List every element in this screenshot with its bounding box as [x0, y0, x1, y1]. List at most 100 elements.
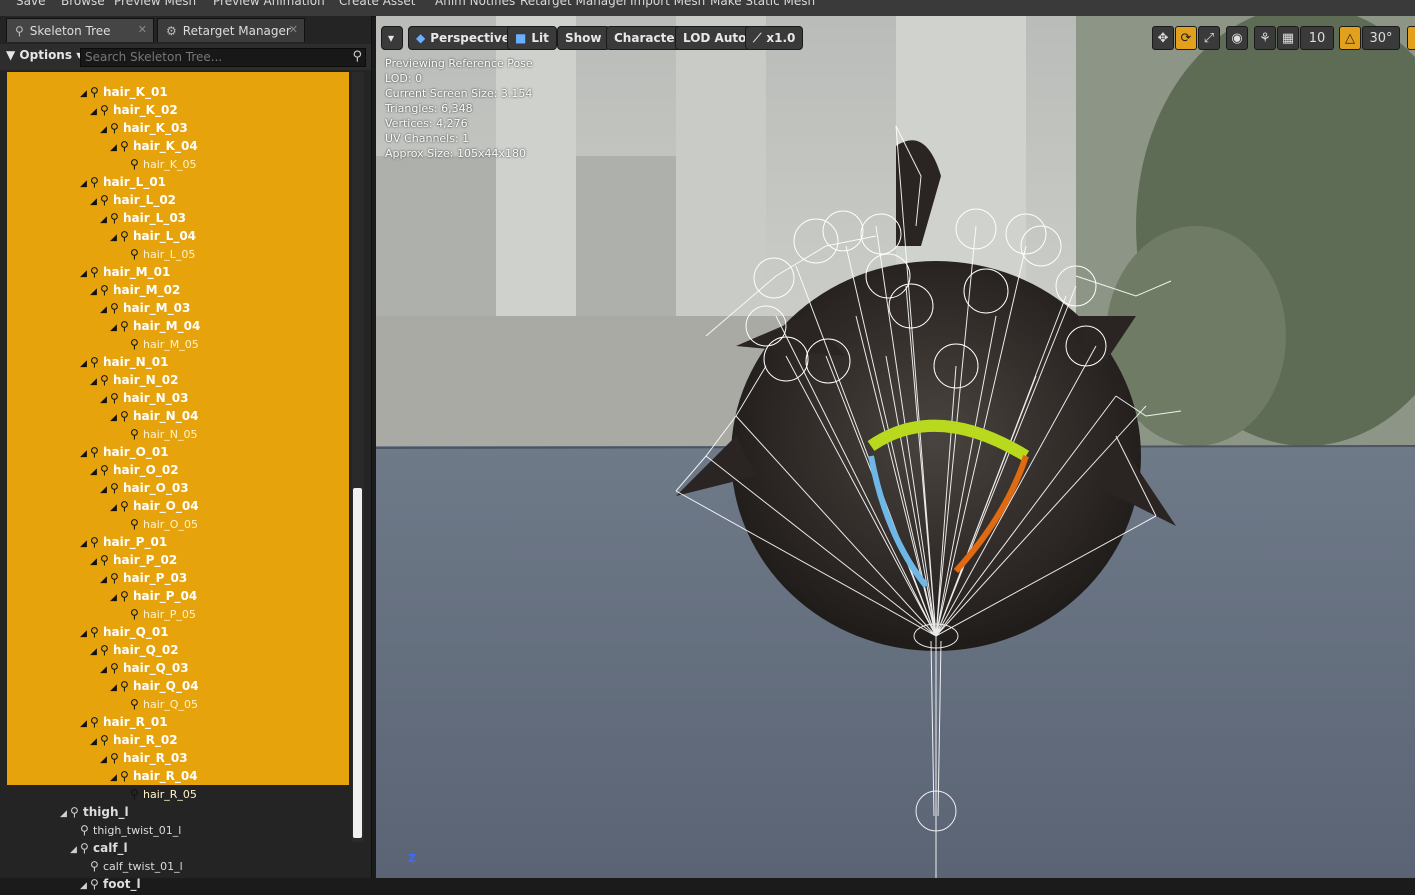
rotation-snap-icon[interactable]: △	[1339, 26, 1361, 50]
expand-arrow-icon[interactable]: ◢	[70, 841, 80, 859]
expand-arrow-icon[interactable]: ◢	[80, 715, 90, 733]
expand-arrow-icon[interactable]: ◢	[110, 769, 120, 787]
tree-row[interactable]: ◢ ⚲ hair_M_03	[100, 299, 190, 317]
expand-arrow-icon[interactable]: ◢	[80, 625, 90, 643]
tree-row[interactable]: ⚲ hair_K_05	[120, 155, 197, 173]
surface-snap-icon[interactable]: ⚘	[1254, 26, 1276, 50]
tree-row[interactable]: ◢ ⚲ hair_M_02	[90, 281, 180, 299]
grid-snap-value[interactable]: 10	[1300, 26, 1334, 50]
expand-arrow-icon[interactable]: ◢	[80, 265, 90, 283]
tree-row[interactable]: ◢ ⚲ hair_Q_01	[80, 623, 169, 641]
tree-row[interactable]: ⚲ hair_R_05	[120, 785, 197, 803]
tree-row[interactable]: ⚲ calf_twist_01_l	[80, 857, 183, 875]
retarget-manager-button[interactable]: Retarget Manager	[520, 0, 628, 8]
import-mesh-button[interactable]: Import Mesh	[630, 0, 705, 8]
preview-animation-button[interactable]: Preview Animation	[213, 0, 325, 8]
expand-arrow-icon[interactable]: ◢	[90, 283, 100, 301]
expand-arrow-icon[interactable]: ◢	[110, 409, 120, 427]
tree-row[interactable]: ◢ ⚲ hair_L_01	[80, 173, 166, 191]
expand-arrow-icon[interactable]: ◢	[90, 733, 100, 751]
show-button[interactable]: Show	[557, 26, 610, 50]
tree-row[interactable]: ◢ ⚲ thigh_l	[60, 803, 129, 821]
tree-row[interactable]: ◢ ⚲ hair_O_02	[90, 461, 179, 479]
expand-arrow-icon[interactable]: ◢	[80, 175, 90, 193]
close-icon[interactable]: ✕	[138, 23, 147, 36]
preview-mesh-button[interactable]: Preview Mesh	[114, 0, 196, 8]
close-icon[interactable]: ✕	[289, 23, 298, 36]
expand-arrow-icon[interactable]: ◢	[100, 301, 110, 319]
tree-scrollbar[interactable]	[352, 72, 364, 842]
tree-row[interactable]: ◢ ⚲ hair_N_02	[90, 371, 178, 389]
tree-row[interactable]: ⚲ thigh_twist_01_l	[70, 821, 181, 839]
tab-retarget-manager[interactable]: ⚙ Retarget Manager ✕	[157, 18, 305, 42]
scrollbar-thumb[interactable]	[353, 488, 362, 838]
expand-arrow-icon[interactable]: ◢	[60, 805, 70, 823]
options-dropdown[interactable]: ▼ Options ▾	[6, 48, 82, 62]
translate-icon[interactable]: ✥	[1152, 26, 1174, 50]
tree-row[interactable]: ◢ ⚲ hair_Q_02	[90, 641, 179, 659]
lod-button[interactable]: LOD Auto	[675, 26, 755, 50]
rotation-snap-value[interactable]: 30°	[1362, 26, 1400, 50]
tree-row[interactable]: ◢ ⚲ hair_R_04	[110, 767, 198, 785]
expand-arrow-icon[interactable]: ◢	[90, 193, 100, 211]
expand-arrow-icon[interactable]: ◢	[80, 877, 90, 895]
scale-icon[interactable]: ⤢	[1198, 26, 1220, 50]
expand-arrow-icon[interactable]: ◢	[100, 121, 110, 139]
expand-arrow-icon[interactable]: ◢	[90, 103, 100, 121]
world-local-icon[interactable]: ◉	[1226, 26, 1248, 50]
expand-arrow-icon[interactable]: ◢	[110, 679, 120, 697]
expand-arrow-icon[interactable]: ◢	[80, 445, 90, 463]
expand-arrow-icon[interactable]: ◢	[90, 463, 100, 481]
save-button[interactable]: Save	[16, 0, 45, 8]
tree-row[interactable]: ⚲ hair_O_05	[120, 515, 198, 533]
tree-row[interactable]: ⚲ hair_M_05	[120, 335, 199, 353]
tree-row[interactable]: ◢ ⚲ hair_K_02	[90, 101, 178, 119]
tree-row[interactable]: ◢ ⚲ hair_P_02	[90, 551, 177, 569]
preview-viewport[interactable]: ▾ ◆ Perspective ■ Lit Show Character LOD…	[376, 16, 1415, 878]
tree-row[interactable]: ◢ ⚲ hair_K_03	[100, 119, 188, 137]
expand-arrow-icon[interactable]: ◢	[80, 85, 90, 103]
tree-row[interactable]: ◢ ⚲ hair_P_04	[110, 587, 197, 605]
tree-row[interactable]: ◢ ⚲ calf_l	[70, 839, 128, 857]
tree-row[interactable]: ◢ ⚲ hair_P_01	[80, 533, 167, 551]
tree-row[interactable]: ◢ ⚲ hair_K_04	[110, 137, 198, 155]
tree-row[interactable]: ◢ ⚲ hair_P_03	[100, 569, 187, 587]
expand-arrow-icon[interactable]: ◢	[110, 319, 120, 337]
rotate-icon[interactable]: ⟳	[1175, 26, 1197, 50]
search-input[interactable]: Search Skeleton Tree... ⚲	[80, 48, 366, 67]
tree-row[interactable]: ◢ ⚲ hair_K_01	[80, 83, 168, 101]
lit-button[interactable]: ■ Lit	[507, 26, 557, 50]
expand-arrow-icon[interactable]: ◢	[110, 229, 120, 247]
tree-row[interactable]: ⚲ hair_P_05	[120, 605, 196, 623]
expand-arrow-icon[interactable]: ◢	[110, 499, 120, 517]
tab-skeleton-tree[interactable]: ⚲ Skeleton Tree ✕	[6, 18, 154, 42]
expand-arrow-icon[interactable]: ◢	[100, 391, 110, 409]
expand-arrow-icon[interactable]: ◢	[110, 589, 120, 607]
tree-row[interactable]: ◢ ⚲ hair_N_01	[80, 353, 168, 371]
tree-row[interactable]: ◢ ⚲ hair_O_04	[110, 497, 199, 515]
tree-row[interactable]: ◢ ⚲ hair_L_03	[100, 209, 186, 227]
expand-arrow-icon[interactable]: ◢	[90, 643, 100, 661]
viewport-options-dropdown[interactable]: ▾	[381, 26, 403, 50]
expand-arrow-icon[interactable]: ◢	[80, 535, 90, 553]
tree-row[interactable]: ◢ ⚲ hair_R_01	[80, 713, 168, 731]
tree-row[interactable]: ◢ ⚲ hair_L_02	[90, 191, 176, 209]
expand-arrow-icon[interactable]: ◢	[90, 553, 100, 571]
tree-row[interactable]: ◢ ⚲ hair_M_04	[110, 317, 200, 335]
expand-arrow-icon[interactable]: ◢	[90, 373, 100, 391]
expand-arrow-icon[interactable]: ◢	[110, 139, 120, 157]
expand-arrow-icon[interactable]: ◢	[100, 661, 110, 679]
make-static-mesh-button[interactable]: Make Static Mesh	[710, 0, 815, 8]
tree-row[interactable]: ⚲ hair_L_05	[120, 245, 195, 263]
scale-snap-icon[interactable]	[1407, 26, 1415, 50]
tree-row[interactable]: ◢ ⚲ hair_M_01	[80, 263, 170, 281]
expand-arrow-icon[interactable]: ◢	[100, 571, 110, 589]
grid-snap-icon[interactable]: ▦	[1277, 26, 1299, 50]
anim-notifies-button[interactable]: Anim Notifies	[435, 0, 515, 8]
tree-row[interactable]: ⚲ hair_Q_05	[120, 695, 198, 713]
perspective-button[interactable]: ◆ Perspective	[408, 26, 518, 50]
tree-row[interactable]: ◢ ⚲ hair_O_01	[80, 443, 169, 461]
tree-row[interactable]: ◢ ⚲ hair_R_03	[100, 749, 188, 767]
expand-arrow-icon[interactable]: ◢	[80, 355, 90, 373]
tree-row[interactable]: ◢ ⚲ hair_N_04	[110, 407, 198, 425]
